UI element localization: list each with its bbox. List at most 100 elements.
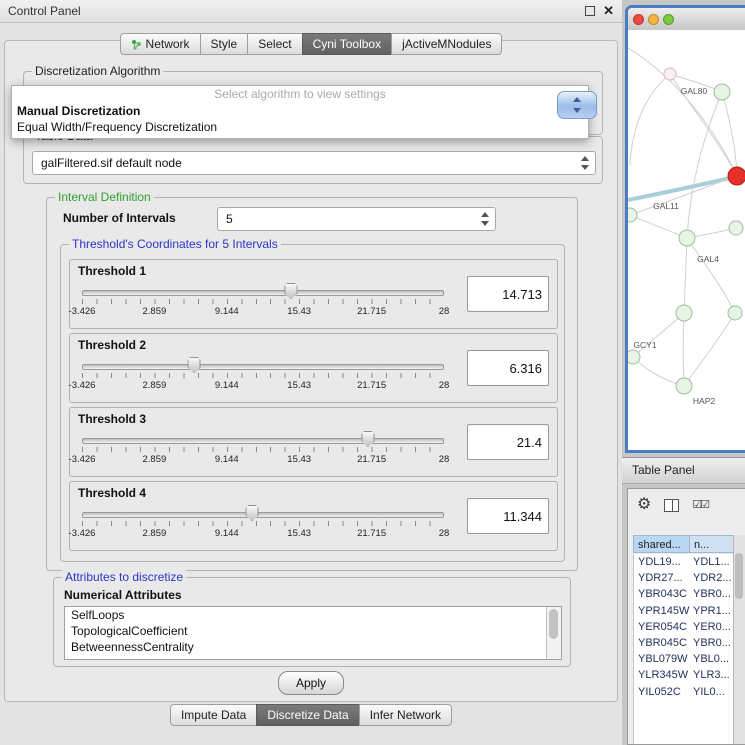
algorithm-option-equal-width[interactable]: Equal Width/Frequency Discretization xyxy=(12,119,588,135)
slider-track[interactable] xyxy=(82,438,444,444)
column-header-name[interactable]: n... xyxy=(689,535,735,553)
group-title: Threshold's Coordinates for 5 Intervals xyxy=(69,237,281,251)
network-edge[interactable] xyxy=(628,48,737,176)
table-cell: YBL0... xyxy=(691,653,736,665)
slider-track[interactable] xyxy=(82,364,444,370)
network-edge[interactable] xyxy=(687,238,735,313)
threshold-value-field[interactable]: 11.344 xyxy=(467,498,549,534)
combo-stepper-icon xyxy=(481,211,490,227)
list-item[interactable]: SelfLoops xyxy=(65,607,561,623)
tab-label: Cyni Toolbox xyxy=(313,34,381,54)
network-edge[interactable] xyxy=(630,215,687,238)
network-edge[interactable] xyxy=(633,313,684,357)
gear-icon[interactable]: ⚙ xyxy=(637,497,651,513)
table-scrollbar[interactable] xyxy=(733,535,745,744)
cyni-toolbox-panel: Discretization Algorithm Select algorith… xyxy=(4,40,618,702)
tab-impute-data[interactable]: Impute Data xyxy=(170,704,257,726)
network-edge[interactable] xyxy=(684,238,687,313)
table-cell: YIL052C xyxy=(634,686,691,698)
slider-ticks xyxy=(82,299,444,304)
slider-thumb[interactable] xyxy=(246,505,259,521)
network-node[interactable] xyxy=(729,221,743,235)
table-row[interactable]: YLR345WYLR3... xyxy=(634,667,736,683)
network-node[interactable] xyxy=(676,378,692,394)
tab-style[interactable]: Style xyxy=(200,33,249,55)
threshold-1-panel: Threshold 1 -3.4262.8599.14415.4321.7152… xyxy=(69,259,558,329)
network-node[interactable] xyxy=(664,68,676,80)
tab-jactivemnodules[interactable]: jActiveMNodules xyxy=(391,33,502,55)
table-row[interactable]: YIL052CYIL0... xyxy=(634,684,736,700)
slider-track[interactable] xyxy=(82,512,444,518)
tab-cyni-toolbox[interactable]: Cyni Toolbox xyxy=(302,33,392,55)
table-row[interactable]: YDR27...YDR2... xyxy=(634,570,736,586)
network-node[interactable] xyxy=(728,167,745,185)
network-canvas[interactable]: GAL80GAL11GAL4GCY1HAP2 xyxy=(628,30,745,450)
select-columns-icon[interactable]: ☑☑ xyxy=(692,500,708,511)
combo-stepper-icon xyxy=(581,155,590,171)
network-node[interactable] xyxy=(714,84,730,100)
group-title: Discretization Algorithm xyxy=(32,64,163,78)
tick-label: 28 xyxy=(439,380,450,391)
column-header-shared-name[interactable]: shared... xyxy=(633,535,690,553)
tab-select[interactable]: Select xyxy=(247,33,302,55)
zoom-traffic-light-icon[interactable] xyxy=(663,14,674,25)
threshold-label: Threshold 1 xyxy=(78,264,146,278)
network-edge[interactable] xyxy=(633,357,684,386)
table-row[interactable]: YBL079WYBL0... xyxy=(634,651,736,667)
slider-thumb[interactable] xyxy=(188,357,201,373)
table-row[interactable]: YER054CYER0... xyxy=(634,619,736,635)
network-edge[interactable] xyxy=(684,313,735,386)
table-row[interactable]: YBR043CYBR0... xyxy=(634,586,736,602)
threshold-value-field[interactable]: 14.713 xyxy=(467,276,549,312)
table-header-row: shared... n... xyxy=(633,535,735,553)
algorithm-option-manual[interactable]: Manual Discretization xyxy=(12,103,588,119)
tick-label: 15.43 xyxy=(287,528,311,539)
tick-label: 15.43 xyxy=(287,306,311,317)
network-node[interactable] xyxy=(676,305,692,321)
table-cell: YDR2... xyxy=(691,572,736,584)
network-node[interactable] xyxy=(728,306,742,320)
number-of-intervals-combobox[interactable]: 5 xyxy=(217,207,496,231)
algorithm-combo-stepper[interactable] xyxy=(557,91,597,119)
tick-label: 9.144 xyxy=(215,306,239,317)
slider-thumb[interactable] xyxy=(284,283,297,299)
scrollbar-thumb[interactable] xyxy=(735,553,743,599)
table-data-combobox[interactable]: galFiltered.sif default node xyxy=(32,151,596,175)
apply-button[interactable]: Apply xyxy=(278,671,344,695)
numeric-attributes-list[interactable]: SelfLoopsTopologicalCoefficientBetweenne… xyxy=(64,606,562,660)
list-scrollbar[interactable] xyxy=(546,607,561,659)
table-row[interactable]: YBR045CYBR0... xyxy=(634,635,736,651)
float-window-icon[interactable] xyxy=(585,6,595,16)
close-icon[interactable]: ✕ xyxy=(603,0,614,22)
minimize-traffic-light-icon[interactable] xyxy=(648,14,659,25)
close-traffic-light-icon[interactable] xyxy=(633,14,644,25)
tick-label: -3.426 xyxy=(69,454,96,465)
table-columns-icon[interactable] xyxy=(664,499,679,512)
scrollbar-thumb[interactable] xyxy=(549,609,558,639)
slider-track[interactable] xyxy=(82,290,444,296)
tab-infer-network[interactable]: Infer Network xyxy=(359,704,452,726)
interval-definition-group: Interval Definition Number of Intervals … xyxy=(46,197,578,571)
threshold-value-field[interactable]: 21.4 xyxy=(467,424,549,460)
tab-label: Discretize Data xyxy=(267,705,348,725)
group-title: Interval Definition xyxy=(55,190,154,204)
tab-network[interactable]: Network xyxy=(120,33,201,55)
numerical-attributes-label: Numerical Attributes xyxy=(64,588,182,602)
table-row[interactable]: YPR145WYPR1... xyxy=(634,603,736,619)
slider-ticks xyxy=(82,521,444,526)
table-cell: YPR1... xyxy=(691,605,736,617)
table-row[interactable]: YDL19...YDL1... xyxy=(634,554,736,570)
network-node[interactable] xyxy=(628,208,637,222)
tick-label: 21.715 xyxy=(357,454,386,465)
list-item[interactable]: BetweennessCentrality xyxy=(65,639,561,655)
network-node[interactable] xyxy=(679,230,695,246)
slider-thumb[interactable] xyxy=(361,431,374,447)
network-edge[interactable] xyxy=(683,313,684,386)
tab-discretize-data[interactable]: Discretize Data xyxy=(256,704,359,726)
list-item[interactable]: TopologicalCoefficient xyxy=(65,623,561,639)
network-edge[interactable] xyxy=(630,74,670,165)
network-edge[interactable] xyxy=(687,92,722,238)
network-node[interactable] xyxy=(628,350,640,364)
right-dock: GAL80GAL11GAL4GCY1HAP2 Table Panel ⚙ ☑☑ … xyxy=(622,0,745,745)
threshold-value-field[interactable]: 6.316 xyxy=(467,350,549,386)
